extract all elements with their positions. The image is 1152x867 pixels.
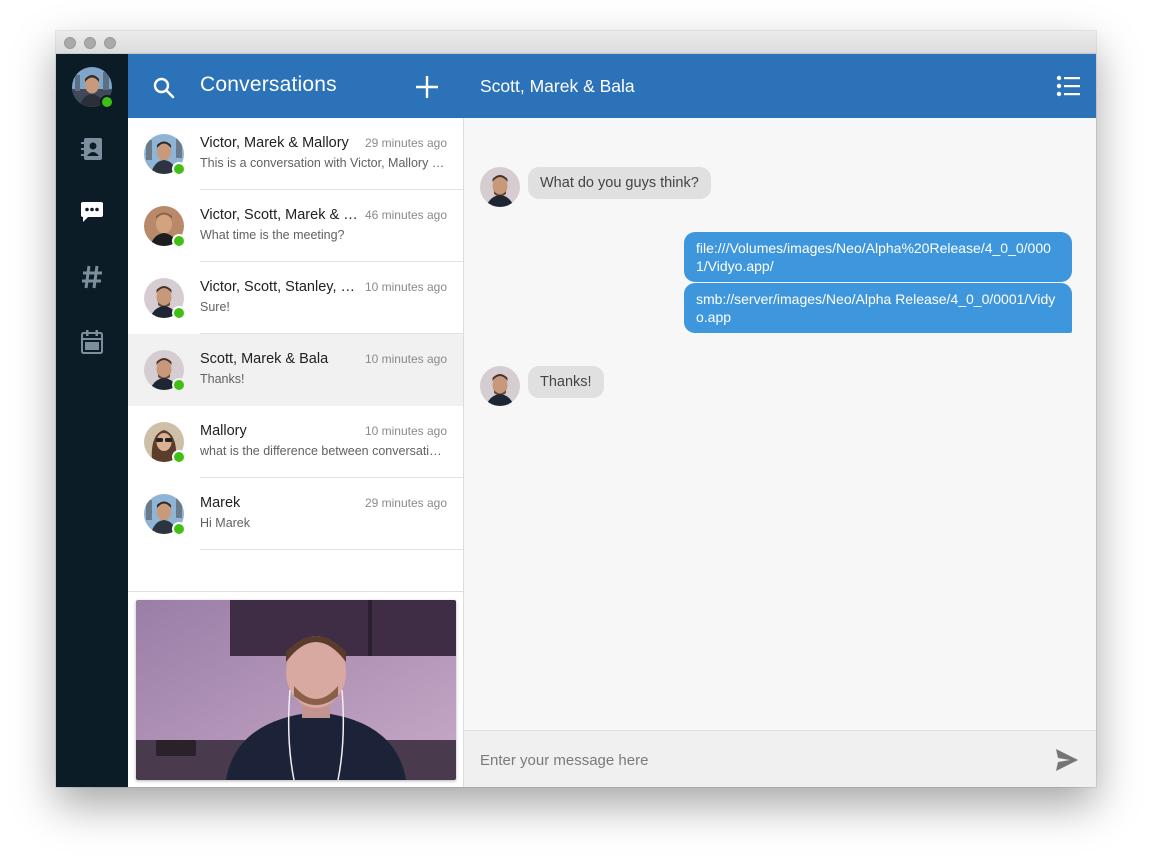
conversation-item[interactable]: Marek 29 minutes ago Hi Marek bbox=[128, 478, 463, 550]
presence-online-icon bbox=[172, 162, 186, 176]
message-bubble-outgoing: file:///Volumes/images/Neo/Alpha%20Relea… bbox=[684, 232, 1072, 282]
conversation-item[interactable]: Mallory 10 minutes ago what is the diffe… bbox=[128, 406, 463, 478]
conversation-item-active[interactable]: Scott, Marek & Bala 10 minutes ago Thank… bbox=[128, 334, 463, 406]
maximize-window-button[interactable] bbox=[104, 37, 116, 49]
chat-title: Scott, Marek & Bala bbox=[480, 76, 635, 96]
minimize-window-button[interactable] bbox=[84, 37, 96, 49]
conversation-preview: what is the difference between conversat… bbox=[200, 444, 448, 458]
message-bubble-incoming: What do you guys think? bbox=[528, 167, 711, 199]
conversation-preview: This is a conversation with Victor, Mall… bbox=[200, 156, 448, 170]
conversation-preview: Hi Marek bbox=[200, 516, 251, 530]
chat-header: Scott, Marek & Bala bbox=[464, 54, 1096, 118]
conversations-panel: Conversations Victor, Marek & Mallory 29… bbox=[128, 54, 464, 787]
conversation-time: 29 minutes ago bbox=[364, 496, 447, 510]
send-icon[interactable] bbox=[1054, 747, 1080, 773]
list-menu-icon[interactable] bbox=[1056, 75, 1080, 97]
chat-bubble-icon[interactable] bbox=[76, 196, 108, 228]
conversation-item[interactable]: Victor, Scott, Stanley, Marek 10 minutes… bbox=[128, 262, 463, 334]
conversations-title: Conversations bbox=[200, 73, 337, 96]
conversation-name: Marek bbox=[200, 495, 241, 511]
presence-online-icon bbox=[172, 378, 186, 392]
contacts-book-icon[interactable] bbox=[76, 133, 108, 165]
presence-online-icon bbox=[172, 522, 186, 536]
presence-online-icon bbox=[172, 450, 186, 464]
conversation-item[interactable]: Victor, Scott, Marek & Bala 46 minutes a… bbox=[128, 190, 463, 262]
message-composer bbox=[464, 730, 1096, 787]
presence-online-icon bbox=[172, 306, 186, 320]
conversation-time: 29 minutes ago bbox=[364, 136, 447, 150]
conversation-name: Victor, Marek & Mallory bbox=[200, 135, 349, 151]
conversation-time: 46 minutes ago bbox=[364, 208, 447, 222]
divider bbox=[200, 549, 463, 550]
title-bar bbox=[56, 31, 1096, 54]
message-bubble-incoming: Thanks! bbox=[528, 366, 604, 398]
conversation-time: 10 minutes ago bbox=[364, 424, 447, 438]
nav-rail bbox=[56, 54, 128, 787]
conversation-preview: What time is the meeting? bbox=[200, 228, 345, 242]
hash-icon[interactable] bbox=[76, 261, 108, 293]
conversation-item[interactable]: Victor, Marek & Mallory 29 minutes ago T… bbox=[128, 118, 463, 190]
plus-icon[interactable] bbox=[414, 74, 440, 100]
self-view-area bbox=[128, 591, 463, 787]
user-avatar[interactable] bbox=[72, 67, 114, 109]
calendar-icon[interactable] bbox=[76, 326, 108, 358]
search-icon[interactable] bbox=[152, 76, 176, 100]
presence-online-icon bbox=[172, 234, 186, 248]
conversation-preview: Thanks! bbox=[200, 372, 245, 386]
conversation-time: 10 minutes ago bbox=[364, 280, 447, 294]
conversation-name: Victor, Scott, Stanley, Marek bbox=[200, 279, 360, 295]
chat-panel: Scott, Marek & Bala What do you guys thi… bbox=[464, 54, 1096, 787]
self-view-video[interactable] bbox=[136, 600, 456, 780]
presence-online-icon bbox=[100, 95, 114, 109]
close-window-button[interactable] bbox=[64, 37, 76, 49]
conversation-time: 10 minutes ago bbox=[364, 352, 447, 366]
message-bubble-outgoing: smb://server/images/Neo/Alpha Release/4_… bbox=[684, 283, 1072, 333]
app-window: Conversations Victor, Marek & Mallory 29… bbox=[56, 31, 1096, 787]
sender-avatar[interactable] bbox=[480, 366, 520, 406]
sender-avatar[interactable] bbox=[480, 167, 520, 207]
conversation-name: Scott, Marek & Bala bbox=[200, 351, 329, 367]
message-input[interactable] bbox=[478, 745, 1042, 775]
conversation-preview: Sure! bbox=[200, 300, 230, 314]
conversation-name: Victor, Scott, Marek & Bala bbox=[200, 207, 360, 223]
conversation-name: Mallory bbox=[200, 423, 247, 439]
conversations-header: Conversations bbox=[128, 54, 464, 118]
